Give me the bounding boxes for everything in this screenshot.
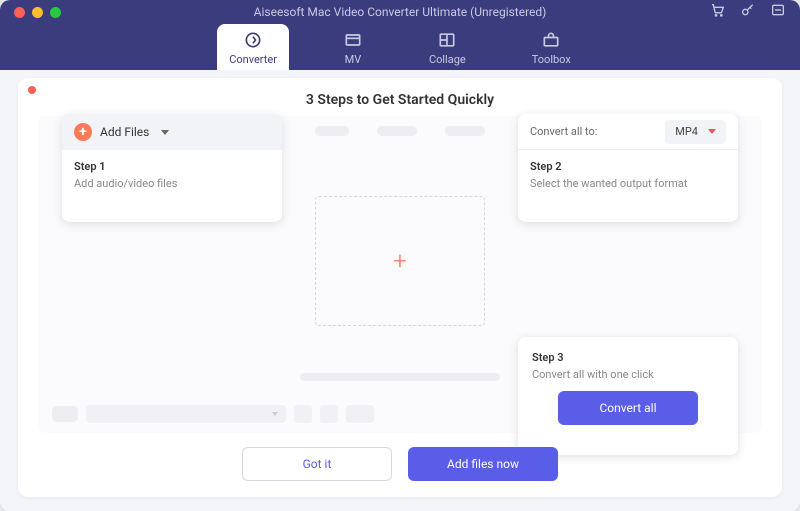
close-onboarding-button[interactable] [28, 86, 36, 94]
window-controls [0, 7, 61, 18]
tab-toolbox[interactable]: Toolbox [520, 24, 583, 70]
minimize-window-button[interactable] [32, 7, 43, 18]
step-description: Convert all with one click [532, 368, 724, 381]
selected-format: MP4 [675, 125, 698, 138]
add-icon: + [74, 123, 92, 141]
menu-icon[interactable] [770, 2, 786, 22]
add-files-now-button[interactable]: Add files now [408, 447, 558, 481]
step2-card: Convert all to: MP4 Step 2 Select the wa… [518, 114, 738, 222]
step-description: Add audio/video files [74, 177, 270, 190]
key-icon[interactable] [740, 2, 756, 22]
onboarding-heading: 3 Steps to Get Started Quickly [18, 78, 782, 108]
skeleton-bar [315, 126, 485, 136]
tab-converter[interactable]: Converter [217, 24, 289, 70]
chevron-down-icon [708, 129, 716, 134]
close-window-button[interactable] [14, 7, 25, 18]
step-label: Step 1 [74, 160, 270, 173]
plus-icon: + [393, 247, 407, 275]
cart-icon[interactable] [710, 2, 726, 22]
drop-zone[interactable]: + [315, 196, 485, 326]
convert-all-to-label: Convert all to: [530, 125, 597, 138]
step-label: Step 3 [532, 351, 724, 364]
titlebar: Aiseesoft Mac Video Converter Ultimate (… [0, 0, 800, 70]
step3-card: Step 3 Convert all with one click Conver… [518, 337, 738, 455]
converter-icon [243, 30, 263, 50]
convert-all-button[interactable]: Convert all [558, 391, 698, 425]
step-label: Step 2 [530, 160, 726, 173]
onboarding-footer: Got it Add files now [242, 447, 558, 481]
mv-icon [343, 30, 363, 50]
step-description: Select the wanted output format [530, 177, 726, 190]
tab-label: Collage [429, 53, 466, 66]
onboarding-panel: 3 Steps to Get Started Quickly + + [18, 78, 782, 497]
maximize-window-button[interactable] [50, 7, 61, 18]
tab-collage[interactable]: Collage [417, 24, 478, 70]
tab-label: Converter [229, 53, 277, 66]
window-title: Aiseesoft Mac Video Converter Ultimate (… [254, 5, 547, 19]
tab-label: Toolbox [532, 53, 571, 66]
toolbox-icon [541, 30, 561, 50]
tab-mv[interactable]: MV [331, 24, 375, 70]
chevron-down-icon [161, 130, 169, 135]
add-files-button[interactable]: + Add Files [62, 114, 282, 150]
got-it-button[interactable]: Got it [242, 447, 392, 481]
output-format-select[interactable]: MP4 [665, 120, 726, 144]
add-files-label: Add Files [100, 125, 149, 139]
step1-card: + Add Files Step 1 Add audio/video files [62, 114, 282, 222]
main-tabs: Converter MV Collage Toolbox [0, 24, 800, 70]
tab-label: MV [345, 53, 362, 66]
collage-icon [437, 30, 457, 50]
app-window: Aiseesoft Mac Video Converter Ultimate (… [0, 0, 800, 511]
